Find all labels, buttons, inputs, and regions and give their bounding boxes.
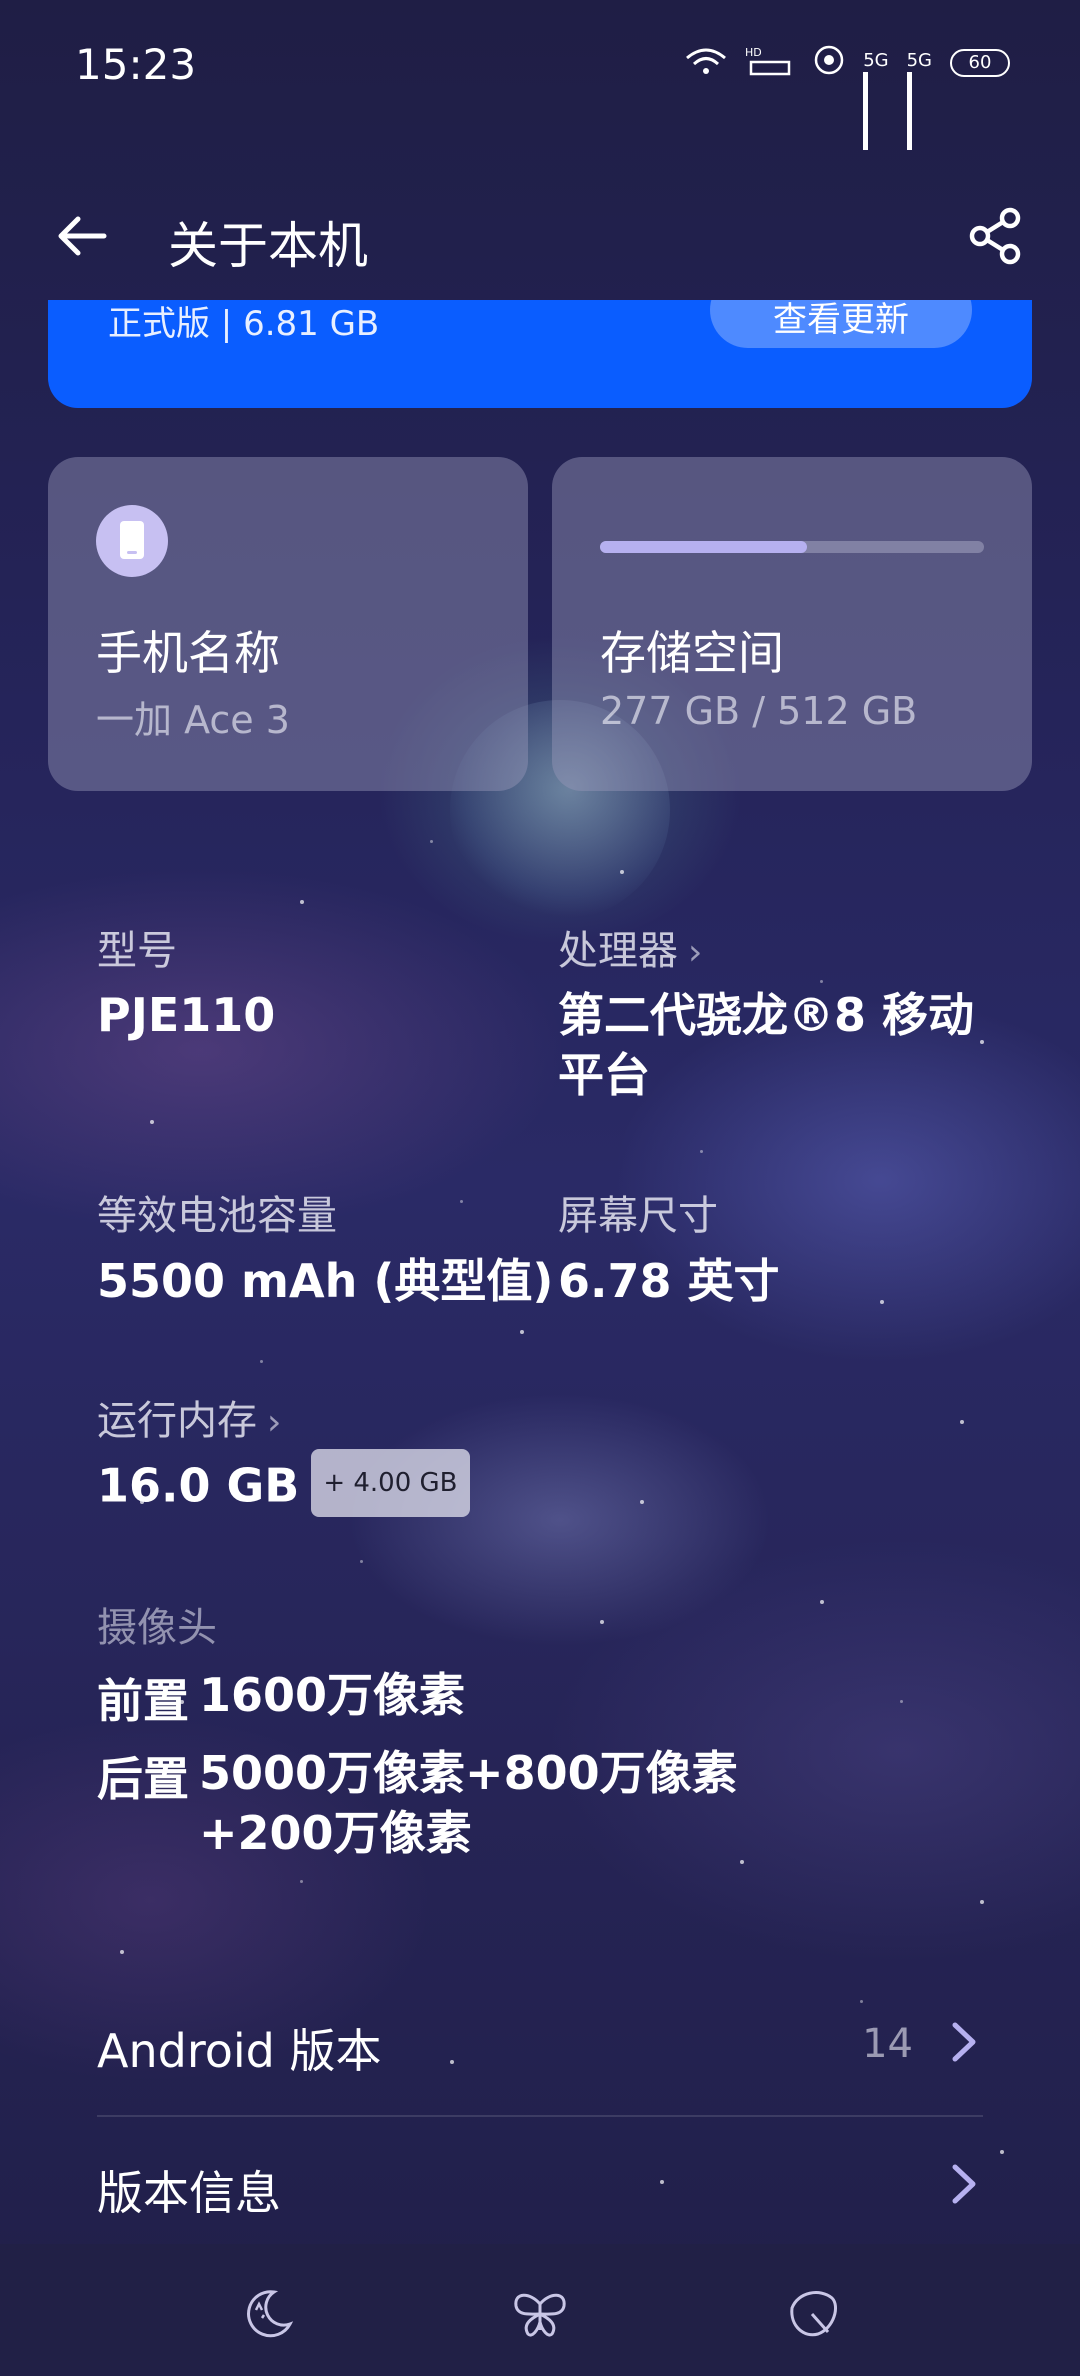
butterfly-icon bbox=[514, 2293, 566, 2337]
chevron-right-icon: › bbox=[267, 1402, 282, 1443]
camera-label: 摄像头 bbox=[97, 1605, 217, 1651]
signal-5g-1-icon: 5G bbox=[863, 47, 892, 150]
star-dot bbox=[960, 1420, 964, 1424]
moon-icon bbox=[247, 2290, 294, 2338]
rear-camera-value: 5000万像素+800万像素+200万像素 bbox=[199, 1746, 738, 1860]
hd-icon: HD bbox=[745, 44, 795, 82]
check-update-button[interactable]: 查看更新 bbox=[710, 300, 972, 348]
front-camera-value: 1600万像素 bbox=[199, 1668, 466, 1722]
share-icon bbox=[969, 207, 1021, 265]
processor-label-row[interactable]: 处理器 › bbox=[558, 918, 702, 976]
system-update-card[interactable]: 正式版 | 6.81 GB 查看更新 bbox=[48, 300, 1032, 408]
battery-capacity-value: 5500 mAh (典型值) bbox=[97, 1254, 554, 1308]
wifi-icon bbox=[681, 44, 731, 82]
app-bar: 关于本机 bbox=[0, 180, 1080, 290]
leaf-icon bbox=[790, 2291, 837, 2337]
status-time: 15:23 bbox=[75, 40, 197, 89]
star-dot bbox=[260, 1360, 263, 1363]
version-info-label: 版本信息 bbox=[97, 2166, 281, 2220]
star-dot bbox=[740, 1860, 744, 1864]
ram-value-row: 16.0 GB + 4.00 GB bbox=[97, 1449, 697, 1523]
phone-name-card[interactable]: 手机名称 一加 Ace 3 bbox=[48, 457, 528, 791]
chevron-right-icon bbox=[952, 2022, 976, 2062]
star-dot bbox=[460, 1200, 463, 1203]
ram-expansion-badge: + 4.00 GB bbox=[311, 1449, 470, 1517]
star-dot bbox=[900, 1700, 903, 1703]
phone-name-value: 一加 Ace 3 bbox=[96, 698, 290, 742]
storage-progress-bar bbox=[600, 541, 984, 553]
star-dot bbox=[360, 1560, 363, 1563]
back-button[interactable] bbox=[52, 206, 112, 266]
android-version-row[interactable]: Android 版本 14 bbox=[97, 1985, 983, 2105]
ram-label: 运行内存 bbox=[97, 1398, 257, 1444]
chevron-right-icon: › bbox=[688, 932, 703, 973]
hotspot-icon bbox=[809, 44, 849, 82]
svg-text:HD: HD bbox=[745, 46, 762, 59]
front-camera-key: 前置 bbox=[97, 1674, 189, 1728]
model-label: 型号 bbox=[97, 928, 177, 974]
chevron-right-icon bbox=[952, 2164, 976, 2204]
version-info-row[interactable]: 版本信息 bbox=[97, 2127, 983, 2247]
moon-tab-button[interactable] bbox=[228, 2274, 308, 2354]
arrow-left-icon bbox=[58, 216, 107, 256]
ram-label-row[interactable]: 运行内存 › bbox=[97, 1388, 281, 1446]
star-dot bbox=[430, 840, 433, 843]
star-dot bbox=[150, 1120, 154, 1124]
rear-camera-row: 后置 5000万像素+800万像素+200万像素 bbox=[97, 1743, 739, 1863]
battery-icon: 60 bbox=[950, 49, 1010, 77]
star-dot bbox=[980, 1900, 984, 1904]
star-dot bbox=[820, 1600, 824, 1604]
processor-value: 第二代骁龙®8 移动平台 bbox=[558, 988, 975, 1102]
android-version-label: Android 版本 bbox=[97, 2024, 382, 2078]
front-camera-row: 前置 1600万像素 bbox=[97, 1665, 759, 1731]
list-divider bbox=[97, 2115, 983, 2117]
status-icons: HD 5G 5G 60 bbox=[681, 44, 1010, 150]
star-dot bbox=[1000, 2150, 1004, 2154]
share-button[interactable] bbox=[964, 204, 1028, 268]
star-dot bbox=[300, 900, 304, 904]
star-dot bbox=[120, 1950, 124, 1954]
model-value: PJE110 bbox=[97, 988, 276, 1042]
phone-name-title: 手机名称 bbox=[96, 626, 280, 680]
phone-icon bbox=[96, 505, 168, 577]
os-version-text: 正式版 | 6.81 GB bbox=[108, 304, 380, 344]
battery-level: 60 bbox=[968, 52, 992, 73]
status-bar: 15:23 HD 5G 5G 60 bbox=[0, 0, 1080, 150]
star-dot bbox=[700, 1150, 703, 1153]
ram-value: 16.0 GB bbox=[97, 1458, 300, 1513]
butterfly-tab-button[interactable] bbox=[500, 2274, 580, 2354]
screen-size-label: 屏幕尺寸 bbox=[558, 1193, 718, 1239]
star-dot bbox=[600, 1620, 604, 1624]
leaf-tab-button[interactable] bbox=[772, 2274, 852, 2354]
star-dot bbox=[820, 980, 823, 983]
screen-size-value: 6.78 英寸 bbox=[558, 1254, 780, 1308]
android-version-value: 14 bbox=[862, 2021, 913, 2067]
processor-label: 处理器 bbox=[558, 928, 678, 974]
star-dot bbox=[620, 870, 624, 874]
storage-value: 277 GB / 512 GB bbox=[600, 689, 918, 733]
signal-5g-2-icon: 5G bbox=[906, 47, 936, 150]
rear-camera-key: 后置 bbox=[97, 1752, 189, 1806]
storage-progress-fill bbox=[600, 541, 808, 553]
star-dot bbox=[300, 1880, 303, 1883]
page-title: 关于本机 bbox=[168, 217, 368, 275]
star-dot bbox=[520, 1330, 524, 1334]
storage-card[interactable]: 存储空间 277 GB / 512 GB bbox=[552, 457, 1032, 791]
battery-capacity-label: 等效电池容量 bbox=[97, 1193, 337, 1239]
storage-title: 存储空间 bbox=[600, 626, 784, 680]
bottom-action-bar bbox=[0, 2244, 1080, 2376]
